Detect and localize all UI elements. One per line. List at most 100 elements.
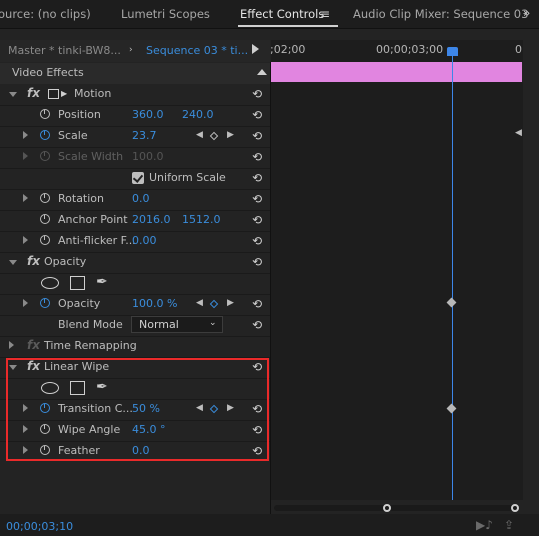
transform-box-icon[interactable] — [48, 89, 59, 99]
tab-audio-clip-mixer[interactable]: Audio Clip Mixer: Sequence 03 — [353, 7, 528, 21]
scale-value[interactable]: 23.7 — [132, 129, 157, 142]
reset-icon[interactable]: ⟲ — [252, 318, 262, 332]
blend-mode-dropdown[interactable]: Normal ⌄ — [131, 316, 223, 333]
stopwatch-icon — [40, 151, 50, 161]
uniform-scale-checkbox[interactable] — [132, 172, 144, 184]
reset-icon[interactable]: ⟲ — [252, 213, 262, 227]
position-y-value[interactable]: 240.0 — [182, 108, 214, 121]
uniform-scale-row: Uniform Scale ⟲ — [0, 168, 270, 189]
time-remapping-row[interactable]: fx Time Remapping — [0, 336, 270, 357]
blend-mode-value: Normal — [139, 318, 179, 331]
reset-icon[interactable]: ⟲ — [252, 108, 262, 122]
highlight-box — [6, 358, 269, 461]
reset-icon[interactable]: ⟲ — [252, 129, 262, 143]
antiflicker-label: Anti-flicker F... — [58, 234, 136, 247]
pen-tool-icon[interactable]: ✒ — [96, 274, 108, 290]
sequence-clip-label[interactable]: Sequence 03 * ti... — [146, 44, 248, 57]
clip-bar[interactable] — [271, 62, 522, 82]
time-remapping-label: Time Remapping — [44, 339, 137, 352]
timeline-zoom-scrollbar[interactable] — [274, 505, 516, 511]
chevron-right-icon: › — [129, 45, 133, 55]
reset-icon[interactable]: ⟲ — [252, 87, 262, 101]
reset-icon[interactable]: ⟲ — [252, 234, 262, 248]
playhead[interactable] — [447, 47, 458, 56]
stopwatch-icon[interactable] — [40, 235, 50, 245]
motion-effect-row[interactable]: fx ▶ Motion ⟲ — [0, 84, 270, 105]
previous-keyframe-icon[interactable]: ◀ — [196, 130, 203, 140]
blend-mode-label: Blend Mode — [58, 318, 123, 331]
fx-icon: fx — [27, 338, 40, 352]
anchor-y-value[interactable]: 1512.0 — [182, 213, 221, 226]
add-keyframe-icon[interactable] — [209, 299, 219, 309]
ruler-tick-end: 0 — [515, 43, 522, 56]
twirl-right-icon[interactable] — [23, 236, 28, 244]
fx-icon[interactable]: fx — [27, 254, 40, 268]
stopwatch-active-icon[interactable] — [40, 130, 50, 140]
ellipse-mask-icon[interactable] — [41, 277, 59, 289]
video-effects-heading: Video Effects — [12, 66, 84, 79]
reset-icon[interactable]: ⟲ — [252, 297, 262, 311]
arrow-right-icon: ▶ — [61, 89, 68, 98]
video-effects-heading-row: Video Effects — [0, 63, 270, 84]
reset-icon[interactable]: ⟲ — [252, 171, 262, 185]
twirl-right-icon[interactable] — [23, 131, 28, 139]
scale-label: Scale — [58, 129, 88, 142]
tab-effect-controls[interactable]: Effect Controls — [240, 7, 324, 21]
twirl-right-icon[interactable] — [23, 299, 28, 307]
offscreen-keyframe-indicator: ◀ — [515, 128, 522, 138]
twirl-down-icon[interactable] — [9, 260, 17, 265]
position-x-value[interactable]: 360.0 — [132, 108, 164, 121]
scale-width-label: Scale Width — [58, 150, 124, 163]
reset-icon[interactable]: ⟲ — [252, 255, 262, 269]
chevron-down-icon: ⌄ — [209, 318, 217, 328]
anchor-x-value[interactable]: 2016.0 — [132, 213, 171, 226]
keyframe-area[interactable] — [271, 82, 523, 500]
next-keyframe-icon[interactable]: ▶ — [227, 130, 234, 140]
stopwatch-icon[interactable] — [40, 193, 50, 203]
twirl-right-icon[interactable] — [23, 152, 28, 160]
reset-icon[interactable]: ⟲ — [252, 150, 262, 164]
filter-audio-icon[interactable]: ▶♪ — [476, 518, 493, 532]
antiflicker-row: Anti-flicker F... 0.00 ⟲ — [0, 231, 270, 252]
anchor-point-row: Anchor Point 2016.0 1512.0 ⟲ — [0, 210, 270, 231]
bottom-bar — [0, 514, 539, 536]
opacity-effect-label: Opacity — [44, 255, 87, 268]
reset-icon[interactable]: ⟲ — [252, 192, 262, 206]
master-clip-label[interactable]: Master * tinki-BW8... — [8, 44, 121, 57]
uniform-scale-label: Uniform Scale — [149, 171, 226, 184]
effect-controls-header: Master * tinki-BW8... › Sequence 03 * ti… — [0, 40, 270, 62]
blend-mode-row: Blend Mode Normal ⌄ ⟲ — [0, 315, 270, 336]
collapse-up-icon[interactable] — [257, 69, 267, 75]
current-timecode[interactable]: 00;00;03;10 — [6, 520, 73, 533]
ruler-tick-mid: 00;00;03;00 — [376, 43, 444, 56]
opacity-effect-row[interactable]: fx Opacity ⟲ — [0, 252, 270, 273]
position-label: Position — [58, 108, 101, 121]
fx-icon[interactable]: fx — [27, 86, 40, 100]
play-only-clip-icon[interactable] — [252, 44, 259, 54]
playhead-line — [452, 52, 453, 500]
previous-keyframe-icon[interactable]: ◀ — [196, 298, 203, 308]
double-chevron-right-icon[interactable]: » — [523, 6, 530, 20]
twirl-down-icon[interactable] — [9, 92, 17, 97]
scale-width-value: 100.0 — [132, 150, 164, 163]
rotation-value[interactable]: 0.0 — [132, 192, 150, 205]
add-keyframe-icon[interactable] — [209, 131, 219, 141]
opacity-label: Opacity — [58, 297, 101, 310]
hamburger-icon[interactable]: ≡ — [320, 7, 330, 21]
next-keyframe-icon[interactable]: ▶ — [227, 298, 234, 308]
anchor-point-label: Anchor Point — [58, 213, 128, 226]
scroll-handle-right[interactable] — [511, 504, 519, 512]
tab-source[interactable]: ource: (no clips) — [0, 7, 91, 21]
stopwatch-icon[interactable] — [40, 109, 50, 119]
antiflicker-value[interactable]: 0.00 — [132, 234, 157, 247]
rectangle-mask-icon[interactable] — [70, 276, 85, 290]
stopwatch-icon[interactable] — [40, 214, 50, 224]
export-icon[interactable]: ⇪ — [504, 518, 514, 532]
scroll-handle-left[interactable] — [383, 504, 391, 512]
opacity-value[interactable]: 100.0 % — [132, 297, 177, 310]
rotation-row: Rotation 0.0 ⟲ — [0, 189, 270, 210]
twirl-right-icon[interactable] — [23, 194, 28, 202]
twirl-right-icon[interactable] — [9, 341, 14, 349]
stopwatch-active-icon[interactable] — [40, 298, 50, 308]
tab-lumetri-scopes[interactable]: Lumetri Scopes — [121, 7, 210, 21]
